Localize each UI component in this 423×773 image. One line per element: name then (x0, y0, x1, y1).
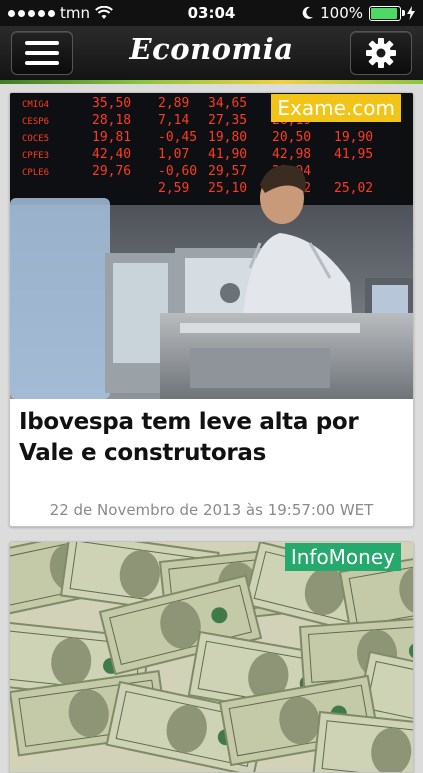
charging-icon (407, 6, 415, 20)
battery-icon (369, 5, 405, 21)
article-image: CMIG435,502,8934,6535,01CESP628,187,1427… (10, 93, 413, 399)
banknote (312, 710, 413, 772)
moon-icon (302, 6, 314, 19)
ticker-cell: 27,35 (208, 113, 247, 128)
navigation-bar: Economia (0, 26, 423, 84)
ticker-cell: 29,57 (208, 164, 247, 179)
settings-button[interactable] (350, 31, 412, 75)
status-right: 100% (302, 4, 415, 22)
ticker-cell: 25,02 (334, 181, 373, 196)
ticker-cell: 25,10 (208, 181, 247, 196)
ticker-cell: 19,81 (92, 130, 131, 145)
battery-fill (371, 7, 397, 19)
source-badge: InfoMoney (284, 543, 401, 571)
ticker-cell: CESP6 (22, 117, 49, 127)
ticker-cell: 20,50 (272, 130, 311, 145)
source-badge: Exame.com (271, 94, 401, 122)
ticker-cell: -0,60 (158, 164, 197, 179)
ticker-cell: CMIG4 (22, 100, 49, 110)
article-image: InfoMoney (10, 542, 413, 772)
ticker-cell: 34,65 (208, 96, 247, 111)
ticker-cell: 1,07 (158, 147, 189, 162)
article-card[interactable]: InfoMoney (9, 541, 414, 773)
ticker-cell: -0,45 (158, 130, 197, 145)
ticker-cell: 28,18 (92, 113, 131, 128)
ticker-cell: 42,40 (92, 147, 131, 162)
ticker-cell: 41,90 (208, 147, 247, 162)
ticker-cell: CPLE6 (22, 168, 49, 178)
gear-icon (366, 38, 396, 68)
battery-percent: 100% (320, 4, 363, 22)
ticker-cell: 42,98 (272, 147, 311, 162)
ticker-cell: COCE5 (22, 134, 49, 144)
ticker-cell: 29,76 (92, 164, 131, 179)
ticker-cell: 35,50 (92, 96, 131, 111)
accent-stripe (0, 80, 423, 84)
status-bar: tmn 03:04 100% (0, 0, 423, 26)
ticker-cell: 2,89 (158, 96, 189, 111)
ticker-cell: CPFE3 (22, 151, 49, 161)
ticker-cell: 7,14 (158, 113, 189, 128)
ticker-cell: 2,59 (158, 181, 189, 196)
ticker-cell: 41,95 (334, 147, 373, 162)
article-card[interactable]: CMIG435,502,8934,6535,01CESP628,187,1427… (9, 92, 414, 527)
ticker-cell: 19,90 (334, 130, 373, 145)
article-title[interactable]: Ibovespa tem leve alta por Vale e constr… (19, 407, 404, 469)
article-date: 22 de Novembro de 2013 às 19:57:00 WET (49, 501, 374, 519)
ticker-cell: 19,80 (208, 130, 247, 145)
